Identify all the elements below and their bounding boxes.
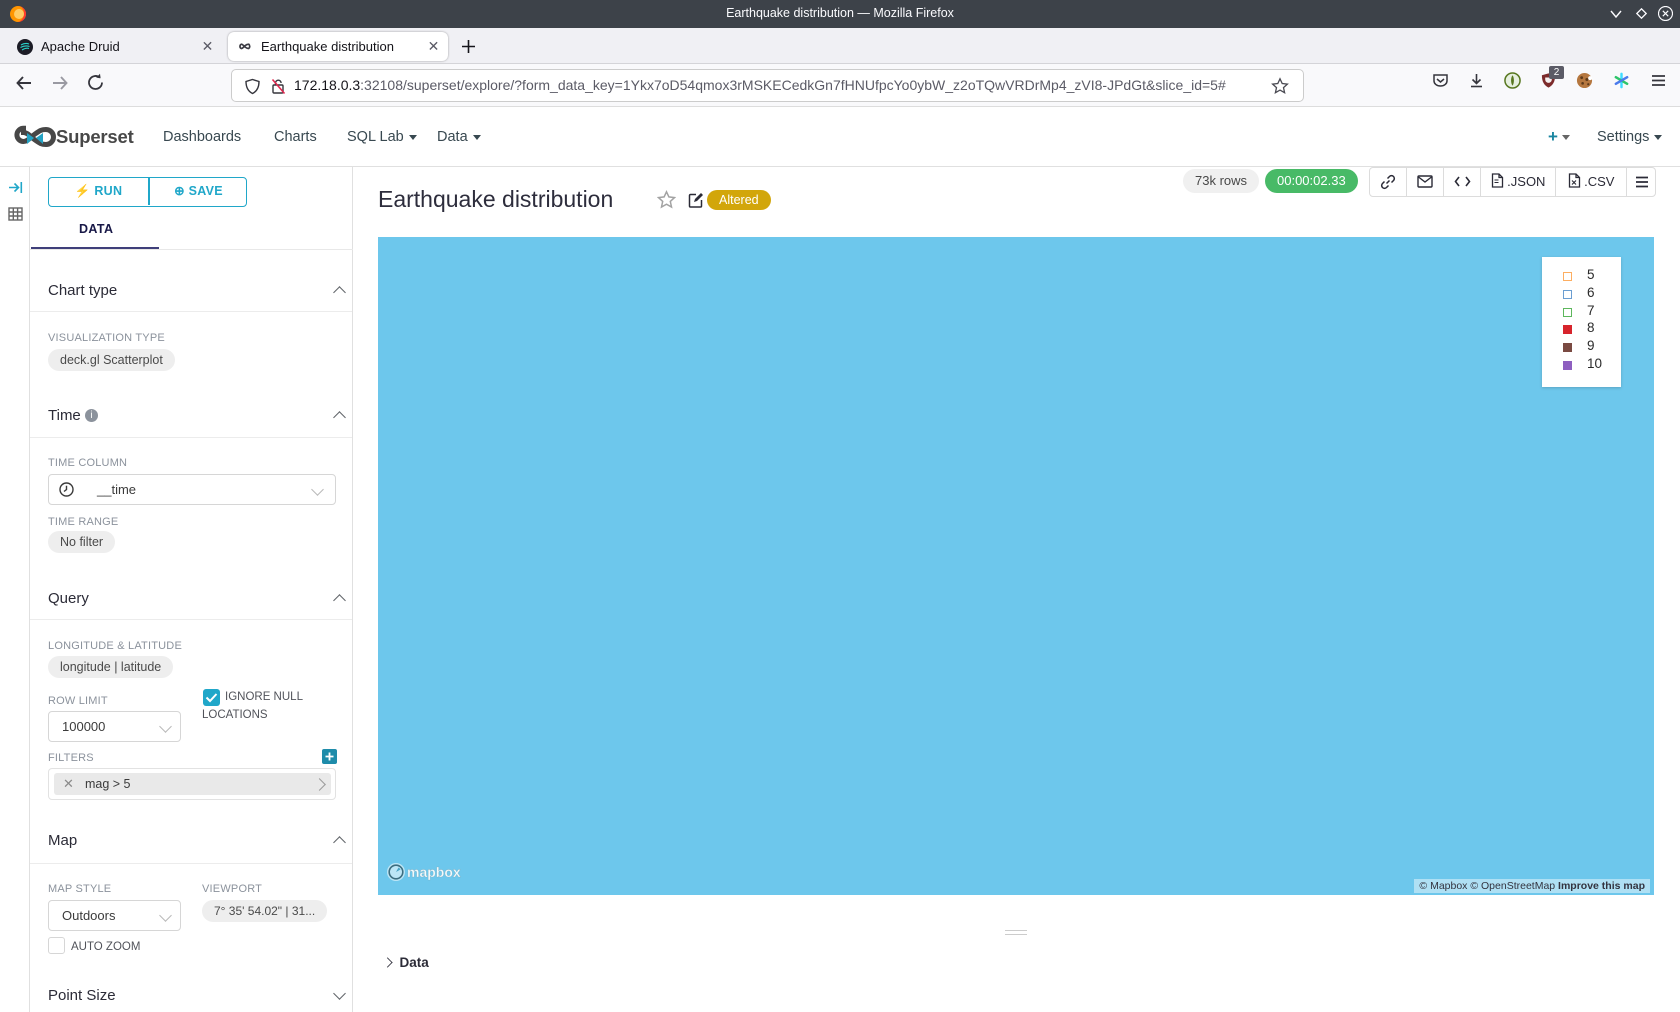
svg-text:mapbox: mapbox bbox=[407, 864, 461, 880]
